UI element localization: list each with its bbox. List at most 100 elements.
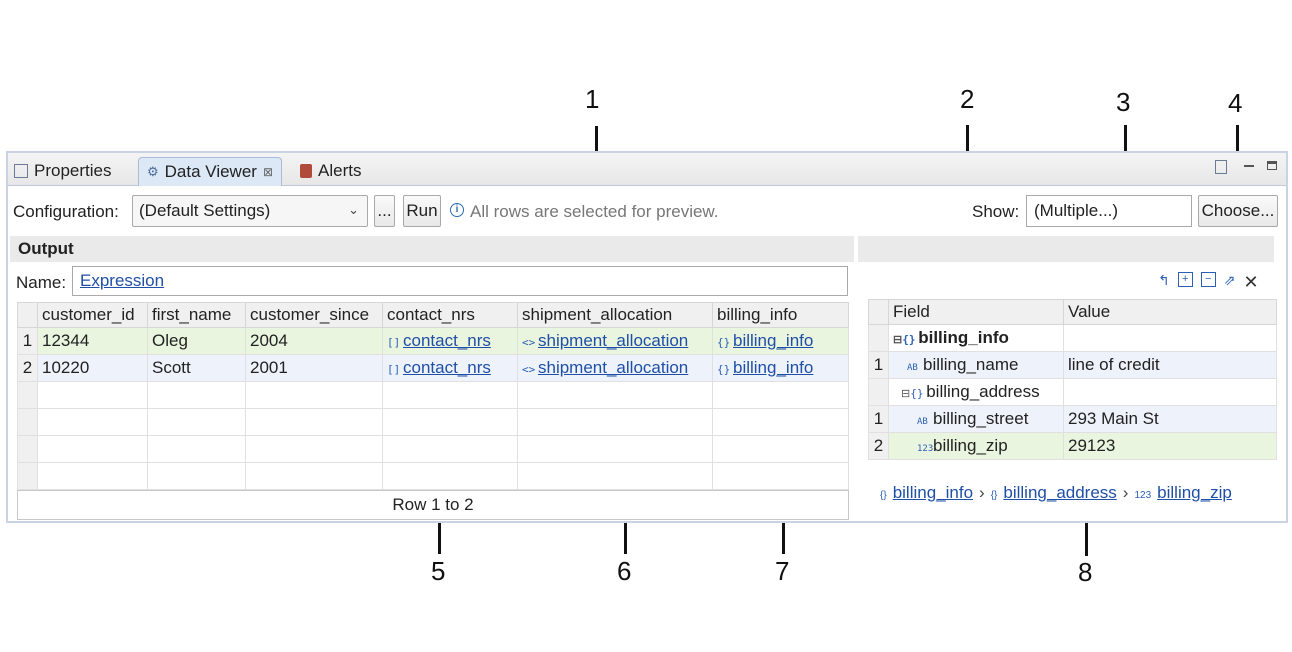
callout-8: 8 [1078,557,1093,587]
tree-cell: AB billing_street [888,405,1064,433]
cell: [] contact_nrs [382,327,518,355]
breadcrumb: {} billing_info › {} billing_address › 1… [880,483,1232,503]
maximize-icon[interactable] [1267,161,1277,170]
column-header[interactable]: customer_id [37,302,148,328]
minimize-icon[interactable] [1244,165,1254,167]
tree-row[interactable]: ⊟{} billing_address [868,378,1277,406]
tree-row[interactable]: 1 AB billing_name line of credit [868,351,1277,379]
shipment-allocation-link[interactable]: shipment_allocation [538,331,688,350]
callout-4: 4 [1228,88,1243,118]
cell: 2004 [245,327,383,355]
row-count-footer: Row 1 to 2 [17,490,849,520]
tree-row[interactable]: ⊟{} billing_info [868,324,1277,352]
shipment-allocation-link[interactable]: shipment_allocation [538,358,688,377]
collapse-all-icon[interactable]: − [1200,272,1216,287]
value-column-header[interactable]: Value [1063,299,1277,325]
value-cell: 293 Main St [1063,405,1277,433]
billing-info-link[interactable]: billing_info [733,358,813,377]
table-row[interactable]: 2 10220 Scott 2001 [] contact_nrs <> shipm… [17,354,849,382]
expression-link[interactable]: Expression [80,271,164,291]
view-tab-bar: Properties ⚙ Data Viewer ⊠ Alerts [8,153,1286,186]
tab-properties[interactable]: Properties [14,157,111,185]
callout-3: 3 [1116,87,1131,117]
column-header[interactable]: shipment_allocation [517,302,713,328]
field-column-header[interactable]: Field [888,299,1064,325]
tree-row[interactable]: 1 AB billing_street 293 Main St [868,405,1277,433]
configuration-value: (Default Settings) [139,201,271,220]
tree-cell: AB billing_name [888,351,1064,379]
run-button[interactable]: Run [403,195,441,227]
map-icon: <> [522,336,536,349]
tab-data-viewer-label: Data Viewer [164,162,257,181]
close-icon[interactable]: ⊠ [263,165,273,179]
array-icon: [] [387,336,401,349]
choose-button[interactable]: Choose... [1198,195,1278,227]
chevron-down-icon: ⌄ [348,202,359,217]
chevron-right-icon: › [1122,483,1129,502]
map-icon: <> [522,363,536,376]
struct-icon: {} [717,336,731,349]
ellipsis-button[interactable]: ... [374,195,395,227]
output-header: Output [10,236,854,262]
export-icon[interactable]: ⇗ [1224,272,1236,293]
breadcrumb-billing-info[interactable]: billing_info [893,483,973,503]
close-icon[interactable]: ✕ [1243,272,1258,293]
empty-row [17,381,849,409]
empty-row [17,435,849,463]
tree-cell: 123billing_zip [888,432,1064,460]
cell: <> shipment_allocation [517,354,713,382]
cell: Scott [147,354,246,382]
output-table: customer_id first_name customer_since co… [17,302,849,490]
detail-header [858,236,1274,262]
expand-all-icon[interactable]: + [1177,272,1193,287]
tab-alerts[interactable]: Alerts [300,157,361,185]
row-number-header [868,299,889,325]
cell: Oleg [147,327,246,355]
column-header[interactable]: customer_since [245,302,383,328]
configuration-select[interactable]: (Default Settings) ⌄ [132,195,368,227]
column-header[interactable]: first_name [147,302,246,328]
value-cell: 29123 [1063,432,1277,460]
table-row[interactable]: 1 12344 Oleg 2004 [] contact_nrs <> shipme… [17,327,849,355]
struct-icon: {} [990,490,998,501]
show-label: Show: [972,202,1020,221]
contact-nrs-link[interactable]: contact_nrs [403,358,491,377]
field-name: billing_address [926,382,1040,401]
callout-5: 5 [431,556,446,586]
callout-2: 2 [960,84,975,114]
detail-table: Field Value ⊟{} billing_info 1 AB billing_… [868,299,1277,460]
tab-data-viewer[interactable]: ⚙ Data Viewer ⊠ [138,157,283,186]
breadcrumb-billing-zip[interactable]: billing_zip [1157,483,1232,503]
number-type-icon: 123 [1134,490,1152,501]
breadcrumb-billing-address[interactable]: billing_address [1003,483,1116,503]
collapse-toggle-icon[interactable]: ⊟ [901,388,910,400]
string-type-icon: AB [917,417,928,427]
field-name: billing_info [918,328,1009,347]
data-viewer-icon: ⚙ [147,164,159,179]
number-type-icon: 123 [917,444,934,454]
go-up-icon[interactable]: ↰ [1158,272,1170,293]
struct-icon: {} [910,387,924,400]
row-number [868,324,889,352]
tree-cell: ⊟{} billing_address [888,378,1064,406]
billing-info-link[interactable]: billing_info [733,331,813,350]
collapse-toggle-icon[interactable]: ⊟ [893,334,902,346]
cell: <> shipment_allocation [517,327,713,355]
empty-row [17,462,849,490]
show-field[interactable]: (Multiple...) [1026,195,1192,227]
cell: 12344 [37,327,148,355]
properties-icon [14,164,28,178]
column-header[interactable]: contact_nrs [382,302,518,328]
view-menu-icon[interactable] [1215,160,1227,174]
chevron-right-icon: › [979,483,985,502]
row-number-header [17,302,38,328]
string-type-icon: AB [907,363,918,373]
tree-row[interactable]: 2 123billing_zip 29123 [868,432,1277,460]
column-header[interactable]: billing_info [712,302,849,328]
contact-nrs-link[interactable]: contact_nrs [403,331,491,350]
name-field[interactable]: Expression [72,266,848,296]
info-text: All rows are selected for preview. [470,202,719,221]
field-name: billing_street [933,409,1029,428]
cell: {} billing_info [712,327,849,355]
empty-row [17,408,849,436]
